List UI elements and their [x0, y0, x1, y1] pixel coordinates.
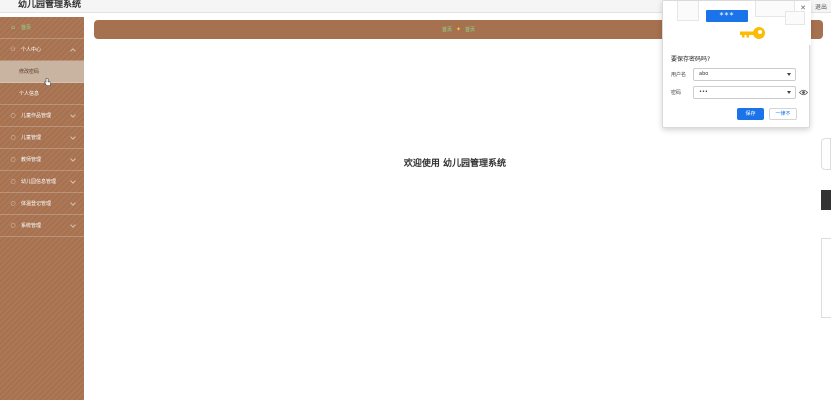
sidebar-item-label: 个人信息	[19, 91, 40, 97]
chevron-down-icon[interactable]	[787, 91, 791, 94]
user-icon: ⚇	[10, 46, 16, 53]
circle-icon: ○	[10, 178, 16, 185]
sidebar-item-label: 幼儿园信息管理	[21, 179, 57, 185]
password-value: •••	[699, 89, 708, 95]
sidebar-item-children[interactable]: ○ 儿童管理	[0, 127, 84, 149]
never-button[interactable]: 一律不	[769, 108, 797, 120]
sidebar-item-children-works[interactable]: ○ 儿童作品管理	[0, 105, 84, 127]
circle-icon: ○	[10, 200, 16, 207]
sidebar-item-system[interactable]: ○ 系统管理	[0, 215, 84, 237]
breadcrumb-item[interactable]: 首页	[465, 26, 475, 33]
right-tab[interactable]	[821, 138, 831, 170]
key-icon	[740, 27, 765, 39]
app-title: 幼儿园管理系统	[18, 0, 82, 10]
right-panel-edge	[821, 238, 831, 318]
circle-icon: ○	[10, 134, 16, 141]
circle-icon: ○	[10, 156, 16, 163]
sidebar-item-label: 首页	[21, 25, 32, 31]
chevron-down-icon	[70, 134, 76, 140]
star-separator-icon: ✦	[455, 26, 462, 33]
breadcrumb-item[interactable]: 首页	[442, 26, 452, 33]
sidebar-item-teachers[interactable]: ○ 教师管理	[0, 149, 84, 171]
circle-icon: ○	[10, 112, 16, 119]
close-icon[interactable]: ✕	[800, 4, 806, 12]
password-label: 密码	[671, 90, 682, 96]
welcome-message: 欢迎使用 幼儿园管理系统	[403, 159, 507, 169]
chevron-down-icon	[70, 112, 76, 118]
logout-link[interactable]: 退出	[815, 2, 827, 11]
chevron-up-icon	[70, 48, 76, 54]
sidebar-item-label: 系统管理	[21, 223, 42, 229]
password-stars: ***	[706, 10, 748, 22]
sidebar-item-temperature[interactable]: ○ 体温登记管理	[0, 193, 84, 215]
sidebar-item-personal-center[interactable]: ⚇ 个人中心	[0, 39, 84, 61]
save-password-popup: *** ✕ 要保存密码吗? 用户名 abo 密码 ••• 保存 一律不	[662, 0, 811, 128]
hand-cursor-icon	[44, 78, 51, 86]
password-row: 密码 •••	[671, 86, 808, 100]
sidebar-item-label: 个人中心	[21, 47, 42, 53]
sidebar-item-label: 教师管理	[21, 157, 42, 163]
sidebar-item-label: 儿童作品管理	[21, 113, 52, 119]
circle-icon: ○	[10, 222, 16, 229]
sidebar-item-home[interactable]: ⌂ 首页	[0, 17, 84, 39]
chevron-down-icon	[70, 178, 76, 184]
save-button[interactable]: 保存	[737, 108, 764, 120]
username-value: abo	[699, 71, 709, 77]
chevron-down-icon[interactable]	[787, 73, 791, 76]
sidebar-item-label: 修改密码	[19, 69, 40, 75]
sidebar-item-personal-info[interactable]: 个人信息	[0, 83, 84, 105]
sidebar-item-change-password[interactable]: 修改密码	[0, 61, 84, 83]
sidebar: ⌂ 首页 ⚇ 个人中心 修改密码 个人信息 ○ 儿童作品管理 ○ 儿童管理 ○ …	[0, 17, 84, 400]
eye-icon[interactable]	[799, 87, 808, 98]
right-tab-dark[interactable]	[821, 190, 831, 210]
username-label: 用户名	[671, 72, 687, 78]
chevron-down-icon	[70, 156, 76, 162]
chevron-down-icon	[70, 222, 76, 228]
sidebar-item-label: 体温登记管理	[21, 201, 52, 207]
password-illustration: ***	[663, 1, 811, 45]
chevron-down-icon	[70, 200, 76, 206]
home-icon: ⌂	[11, 24, 15, 31]
sidebar-item-kindergarten-info[interactable]: ○ 幼儿园信息管理	[0, 171, 84, 193]
username-row: 用户名 abo	[671, 68, 803, 82]
username-field[interactable]: abo	[693, 68, 796, 81]
sidebar-item-label: 儿童管理	[21, 135, 42, 141]
popup-heading: 要保存密码吗?	[671, 56, 711, 63]
password-field[interactable]: •••	[693, 86, 796, 99]
